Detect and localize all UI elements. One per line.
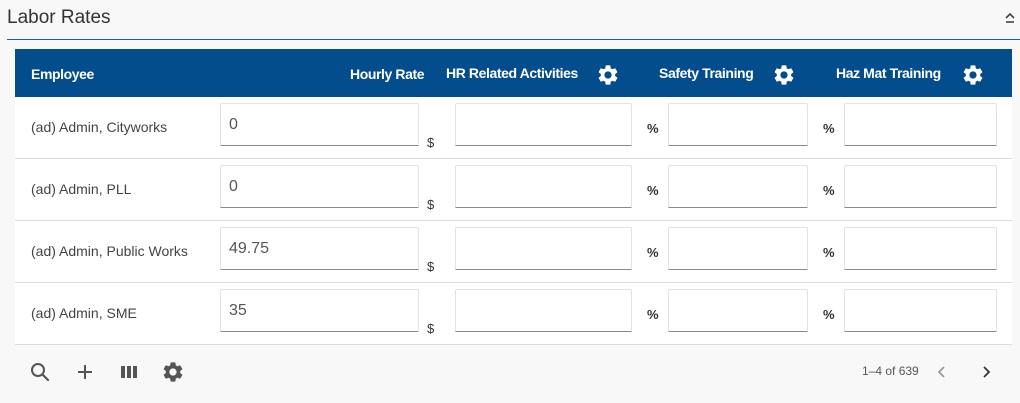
collapse-icon[interactable] (1004, 11, 1016, 25)
percent-unit: % (647, 121, 659, 136)
col-hr-related[interactable]: HR Related Activities (446, 65, 578, 81)
employee-name: (ad) Admin, Cityworks (31, 119, 168, 135)
percent-unit: % (647, 183, 659, 198)
labor-rates-grid: Employee Hourly Rate HR Related Activiti… (15, 49, 1012, 345)
panel-header: Labor Rates (0, 0, 1020, 40)
pagination-range: 1–4 of 639 (862, 364, 919, 378)
hazmat-training-input[interactable] (844, 227, 997, 270)
col-hazmat-training[interactable]: Haz Mat Training (836, 65, 941, 81)
hourly-rate-input[interactable] (220, 227, 419, 270)
hr-related-input[interactable] (455, 227, 632, 270)
table-row: (ad) Admin, Cityworks $ % % (15, 97, 1012, 159)
dollar-unit: $ (427, 197, 435, 212)
employee-name: (ad) Admin, Public Works (31, 243, 188, 259)
safety-training-input[interactable] (668, 227, 808, 270)
table-row: (ad) Admin, SME $ % % (15, 283, 1012, 345)
header-rule (7, 39, 1020, 40)
hazmat-training-input[interactable] (844, 165, 997, 208)
grid-header: Employee Hourly Rate HR Related Activiti… (15, 49, 1012, 97)
add-icon[interactable] (73, 360, 97, 384)
hr-related-input[interactable] (455, 103, 632, 146)
hourly-rate-input[interactable] (220, 165, 419, 208)
previous-page-icon[interactable] (930, 360, 954, 384)
panel-title: Labor Rates (7, 7, 111, 28)
search-icon[interactable] (28, 360, 52, 384)
gear-icon[interactable] (161, 360, 185, 384)
percent-unit: % (823, 307, 835, 322)
table-row: (ad) Admin, Public Works $ % % (15, 221, 1012, 283)
percent-unit: % (823, 245, 835, 260)
dollar-unit: $ (427, 259, 435, 274)
hazmat-training-input[interactable] (844, 103, 997, 146)
employee-name: (ad) Admin, SME (31, 305, 137, 321)
grid-footer: 1–4 of 639 (15, 347, 1012, 397)
table-row: (ad) Admin, PLL $ % % (15, 159, 1012, 221)
next-page-icon[interactable] (974, 360, 998, 384)
col-safety-training[interactable]: Safety Training (659, 65, 754, 81)
safety-training-input[interactable] (668, 289, 808, 332)
hazmat-training-gear-icon[interactable] (961, 63, 985, 87)
safety-training-gear-icon[interactable] (772, 63, 796, 87)
percent-unit: % (823, 183, 835, 198)
hourly-rate-input[interactable] (220, 289, 419, 332)
hazmat-training-input[interactable] (844, 289, 997, 332)
hr-related-input[interactable] (455, 165, 632, 208)
percent-unit: % (647, 245, 659, 260)
percent-unit: % (647, 307, 659, 322)
columns-icon[interactable] (117, 360, 141, 384)
hourly-rate-input[interactable] (220, 103, 419, 146)
safety-training-input[interactable] (668, 103, 808, 146)
col-employee[interactable]: Employee (31, 66, 94, 82)
percent-unit: % (823, 121, 835, 136)
hr-related-gear-icon[interactable] (596, 63, 620, 87)
col-hourly-rate[interactable]: Hourly Rate (350, 66, 425, 82)
safety-training-input[interactable] (668, 165, 808, 208)
dollar-unit: $ (427, 321, 435, 336)
hr-related-input[interactable] (455, 289, 632, 332)
employee-name: (ad) Admin, PLL (31, 181, 132, 197)
dollar-unit: $ (427, 135, 435, 150)
